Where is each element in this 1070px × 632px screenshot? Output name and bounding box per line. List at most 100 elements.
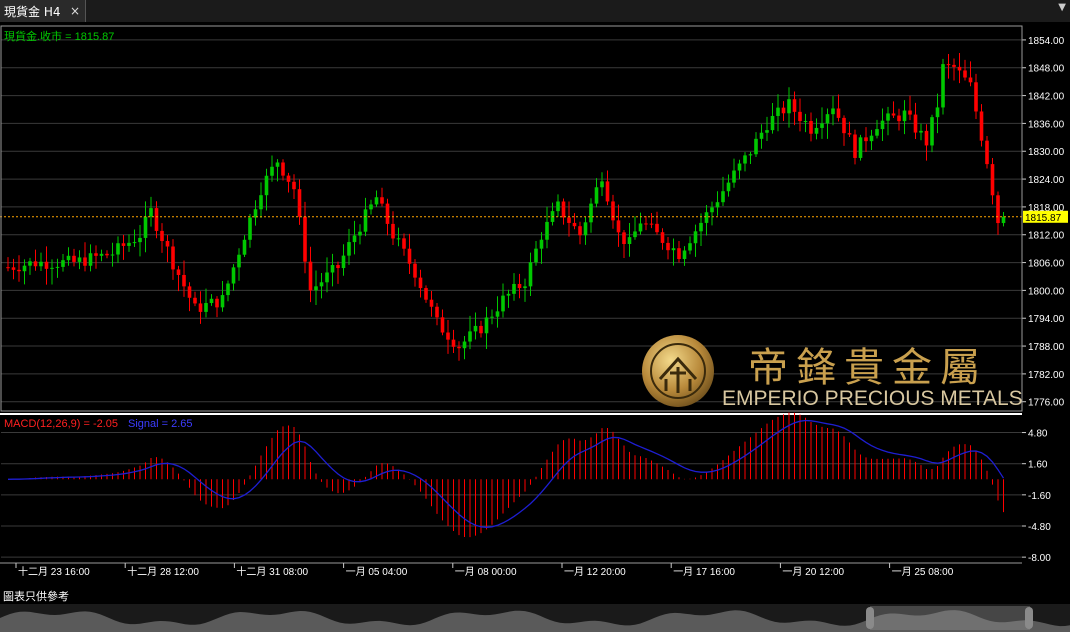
candle-body <box>336 265 340 269</box>
candle-body <box>655 223 659 233</box>
candle-body <box>847 133 852 135</box>
candle-body <box>231 267 236 284</box>
candle-body <box>374 197 379 205</box>
candle-body <box>484 317 489 334</box>
candle-body <box>517 283 522 289</box>
candle-body <box>204 303 208 312</box>
candle-body <box>616 220 621 233</box>
candle-body <box>957 66 962 71</box>
candle-body <box>660 232 665 243</box>
candle-body <box>539 239 544 249</box>
candle-body <box>880 120 885 130</box>
candle-body <box>182 274 186 287</box>
candle-body <box>809 120 813 134</box>
candle-body <box>77 257 82 262</box>
candle-body <box>99 253 104 256</box>
candle-body <box>215 298 219 308</box>
candle-body <box>55 266 60 268</box>
time-tick-label: 一月 20 12:00 <box>782 566 844 578</box>
candle-body <box>451 339 456 347</box>
candle-body <box>699 222 703 232</box>
candle-body <box>622 232 626 245</box>
candle-body <box>726 182 731 192</box>
candle-body <box>275 162 280 167</box>
candle-body <box>666 242 670 251</box>
price-tick-label: 1842.00 <box>1028 92 1065 103</box>
candle-body <box>842 117 846 134</box>
candle-body <box>864 137 868 142</box>
candle-body <box>963 70 967 78</box>
candle-body <box>770 115 775 131</box>
watermark-chinese-name: 帝鋒貴金屬 <box>748 345 988 391</box>
close-icon[interactable]: × <box>70 4 80 18</box>
time-tick-label: 一月 25 08:00 <box>892 566 954 578</box>
navigator-left-handle[interactable] <box>866 607 874 629</box>
candle-body <box>127 242 131 246</box>
candle-body <box>814 127 819 134</box>
candle-body <box>22 265 27 272</box>
candle-body <box>858 137 863 158</box>
candle-body <box>121 243 126 246</box>
candle-body <box>402 238 406 249</box>
candle-body <box>825 114 830 124</box>
candle-body <box>561 201 566 218</box>
time-tick-label: 十二月 28 12:00 <box>127 565 199 578</box>
candle-body <box>611 201 615 221</box>
price-tick-label: 1794.00 <box>1028 314 1065 325</box>
candle-body <box>83 257 87 266</box>
candle-body <box>193 297 197 304</box>
navigator-window[interactable] <box>870 606 1030 630</box>
candle-body <box>297 189 302 217</box>
price-tick-label: 1854.00 <box>1028 36 1065 47</box>
macd-label: MACD(12,26,9) = -2.05 <box>4 418 118 430</box>
candle-body <box>341 255 346 269</box>
candle-body <box>281 162 285 176</box>
candle-body <box>545 221 549 240</box>
price-tick-label: 1836.00 <box>1028 119 1065 130</box>
tab-title: 現貨金 H4 <box>4 4 61 19</box>
candle-body <box>413 263 417 278</box>
candle-body <box>908 110 912 115</box>
candle-body <box>594 187 599 204</box>
candle-body <box>347 242 351 256</box>
candle-body <box>765 130 769 133</box>
candle-body <box>149 208 153 217</box>
candle-body <box>737 163 742 171</box>
candle-body <box>17 269 21 272</box>
time-tick-label: 一月 17 16:00 <box>673 566 735 578</box>
candle-body <box>237 254 241 268</box>
price-panel-label: 現貨金.收市 = 1815.87 <box>4 29 114 43</box>
candle-body <box>754 138 758 155</box>
candle-body <box>523 286 527 289</box>
candle-body <box>270 166 274 176</box>
navigator-scrollbar[interactable] <box>0 604 1070 632</box>
tab-chart-gold-h4[interactable]: 現貨金 H4 × <box>0 0 86 22</box>
candle-body <box>176 269 181 275</box>
candle-body <box>330 265 335 273</box>
candle-body <box>429 299 434 307</box>
candle-body <box>154 208 159 231</box>
candle-body <box>924 130 929 146</box>
navigator-right-handle[interactable] <box>1025 607 1033 629</box>
candle-body <box>528 262 533 287</box>
candle-body <box>952 64 956 67</box>
candle-body <box>721 191 725 203</box>
candle-body <box>396 238 401 240</box>
candle-body <box>605 181 610 202</box>
candle-body <box>556 201 560 212</box>
candle-body <box>424 288 428 300</box>
candle-body <box>875 129 879 136</box>
candle-body <box>138 237 142 243</box>
price-tick-label: 1800.00 <box>1028 286 1065 297</box>
candle-body <box>886 113 890 121</box>
macd-tick-label: -4.80 <box>1028 522 1051 533</box>
chart-area[interactable]: 1854.00 1848.00 1842.00 1836.00 1830.00 1824.… <box>0 22 1070 604</box>
candle-body <box>930 117 934 146</box>
candle-body <box>259 195 263 210</box>
candle-body <box>589 203 593 223</box>
time-tick-label: 一月 05 04:00 <box>346 566 408 578</box>
candle-body <box>913 114 918 133</box>
chevron-down-icon[interactable]: ▼ <box>1058 2 1066 13</box>
candle-body <box>979 111 984 141</box>
candle-body <box>380 197 384 204</box>
